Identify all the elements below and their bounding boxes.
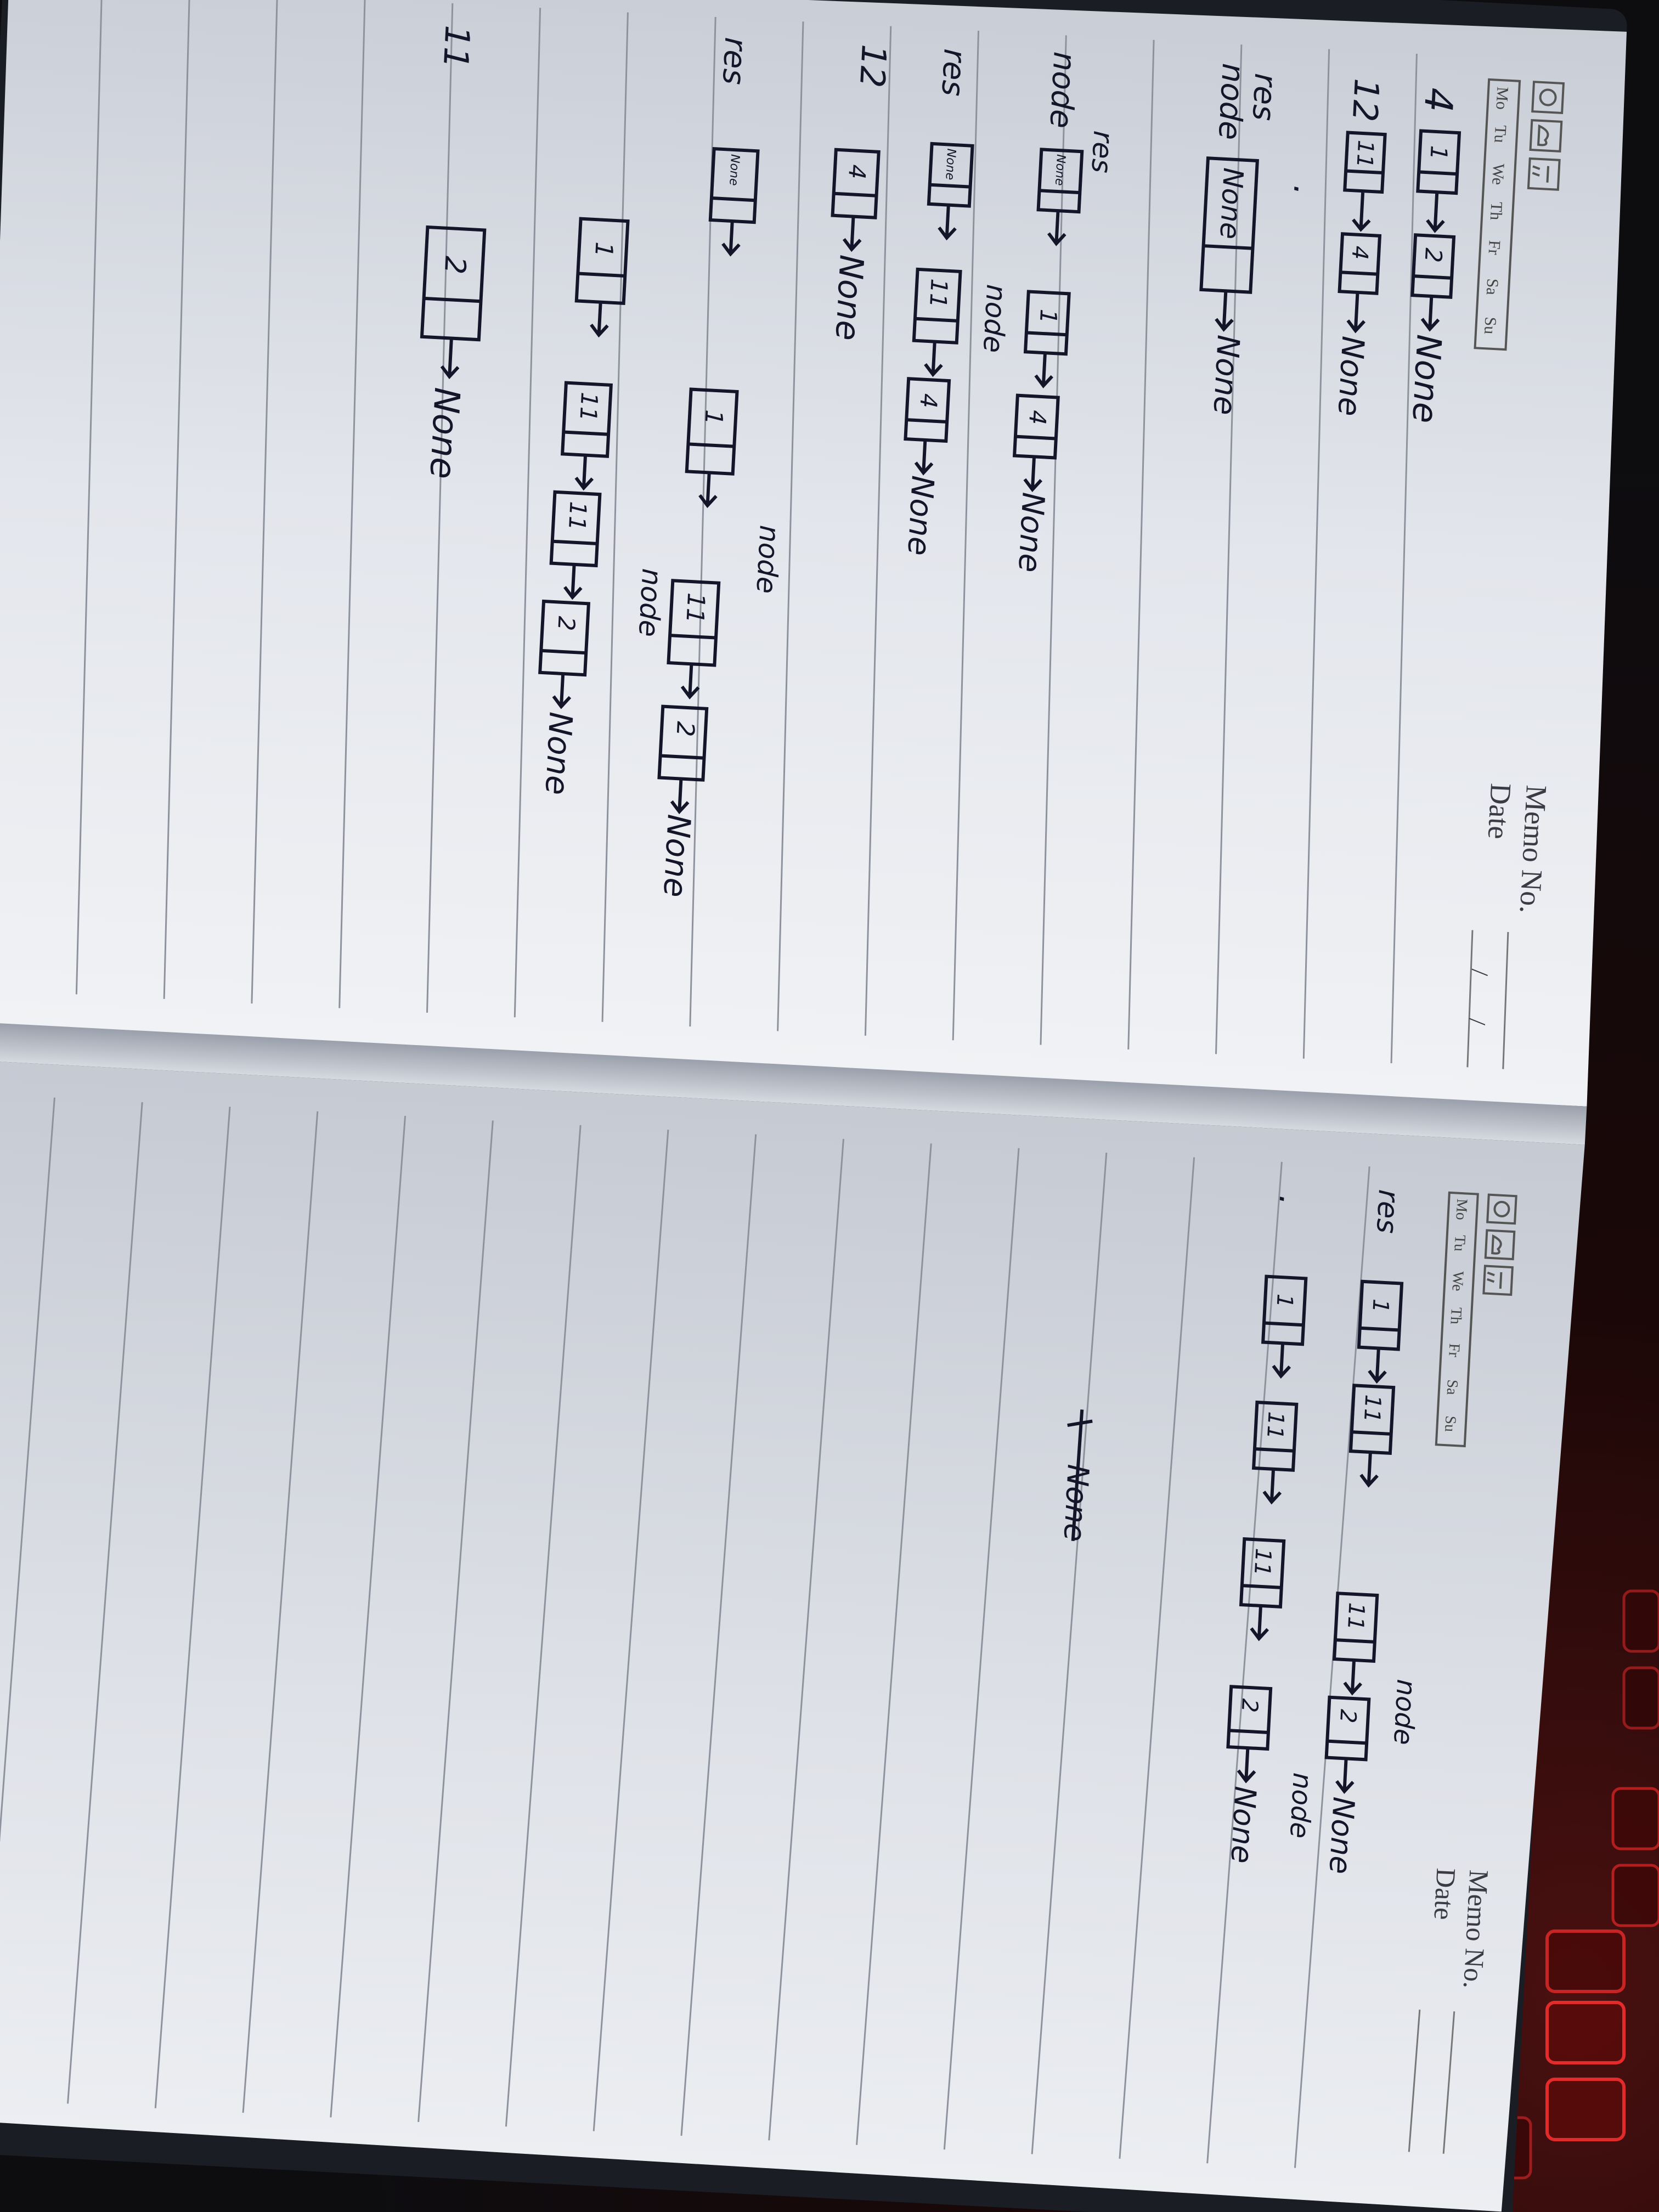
row5-terminal: None [900,475,940,556]
row9-terminal: None [421,386,467,480]
left-memo-label: Memo No. [1514,785,1553,915]
left-date-label: Date [1482,782,1517,840]
right-row1-node-label: node [1387,1679,1421,1746]
row9-node-1: 2 [438,255,472,275]
left-stray-dot: . [1286,184,1325,197]
row5-res-label: res [934,48,972,97]
list-2-node-1: 11 [1351,139,1378,168]
row5-node-1: None [943,148,958,180]
row7-node-4: 2 [670,721,699,738]
weekday-we: We [1488,163,1508,185]
weekday-mo: Mo [1492,86,1511,110]
weekday-su: Su [1441,1415,1459,1432]
weekday-fr: Fr [1485,240,1503,255]
weekday-th: Th [1487,201,1506,221]
weekday-sa: Sa [1483,278,1502,296]
row4-node-label: node [1042,51,1082,129]
row7-res-label: res [715,36,753,86]
weekday-th: Th [1447,1307,1465,1325]
row4-res-label: res [1085,130,1119,174]
row5-node-3: 4 [915,393,942,409]
list-1-node-1: 1 [1425,145,1452,161]
weekday-mo: Mo [1452,1198,1470,1220]
right-row1-node-2: 11 [1359,1394,1386,1423]
row4-node-2: 1 [1035,308,1062,324]
weekday-fr: Fr [1445,1343,1463,1358]
right-row2-node-1: 1 [1271,1293,1297,1308]
right-page: Mo Tu We Th Fr Sa Su Memo No. Date node … [0,1060,1585,2212]
weekday-su: Su [1481,317,1500,335]
right-row2-node-4: 2 [1237,1698,1262,1713]
row8-node-label: node [633,568,668,638]
right-row1-node-3: 11 [1342,1602,1369,1631]
list-1-terminal: None [1404,334,1449,424]
row4-node-1: None [1052,154,1068,187]
row8-node-3: 11 [563,501,592,532]
right-row2-node-label: node [1284,1772,1318,1839]
row8-node-1: 1 [589,241,618,258]
weekday-sa: Sa [1443,1379,1461,1396]
weekday-tu: Tu [1491,125,1510,143]
notebook-photo: Mo Tu We Th Fr Sa Su Memo No. Date / / 4 [0,0,1659,2212]
list-1-node-2: 2 [1420,247,1447,263]
init-node-label: node [1211,63,1251,141]
row6-terminal: None [828,254,871,342]
row7-node-3: 11 [680,592,710,624]
right-memo-label: Memo No. [1458,1869,1494,1989]
row7-node-1: None [726,154,742,186]
row9-prefix: 11 [436,24,478,70]
right-row2-terminal: None [1224,1785,1262,1864]
row8-node-2: 11 [574,392,603,422]
right-date-label: Date [1429,1867,1462,1921]
row7-node-label: node [750,524,785,595]
weekday-we: We [1449,1271,1467,1291]
row5-node-label: node [977,284,1012,354]
init-row-terminal: None [1206,334,1246,416]
notebook: Mo Tu We Th Fr Sa Su Memo No. Date / / 4 [0,0,1627,2212]
right-row1-res-label: res [1370,1189,1405,1234]
right-row1-node-1: 1 [1367,1298,1393,1313]
row4-node-3: 4 [1024,409,1051,425]
right-row2-node-3: 11 [1249,1548,1276,1577]
left-page: Mo Tu We Th Fr Sa Su Memo No. Date / / 4 [0,0,1627,1107]
list-1-prefix: 4 [1415,87,1462,114]
row7-terminal: None [656,814,698,899]
row4-terminal: None [1011,492,1051,573]
right-row2-dot: . [1271,1194,1310,1207]
row5-node-2: 11 [924,278,953,309]
row8-terminal: None [538,711,580,796]
row7-node-2: 1 [699,409,727,426]
photo-scene: Mo Tu We Th Fr Sa Su Memo No. Date / / 4 [0,0,1659,2212]
weekday-tu: Tu [1451,1234,1469,1252]
row6-prefix: 12 [852,43,894,89]
list-2-terminal: None [1331,335,1371,417]
right-row1-terminal: None [1323,1796,1361,1875]
init-node-value: None [1214,167,1249,240]
list-2-node-2: 4 [1347,245,1373,261]
row6-node-1: 4 [843,164,871,180]
list-2-prefix: 12 [1345,77,1387,123]
right-row2-node-2: 11 [1262,1411,1289,1440]
row8-node-4: 2 [552,616,580,631]
right-row1-node-4: 2 [1335,1708,1361,1724]
init-res-label: res [1245,72,1283,122]
